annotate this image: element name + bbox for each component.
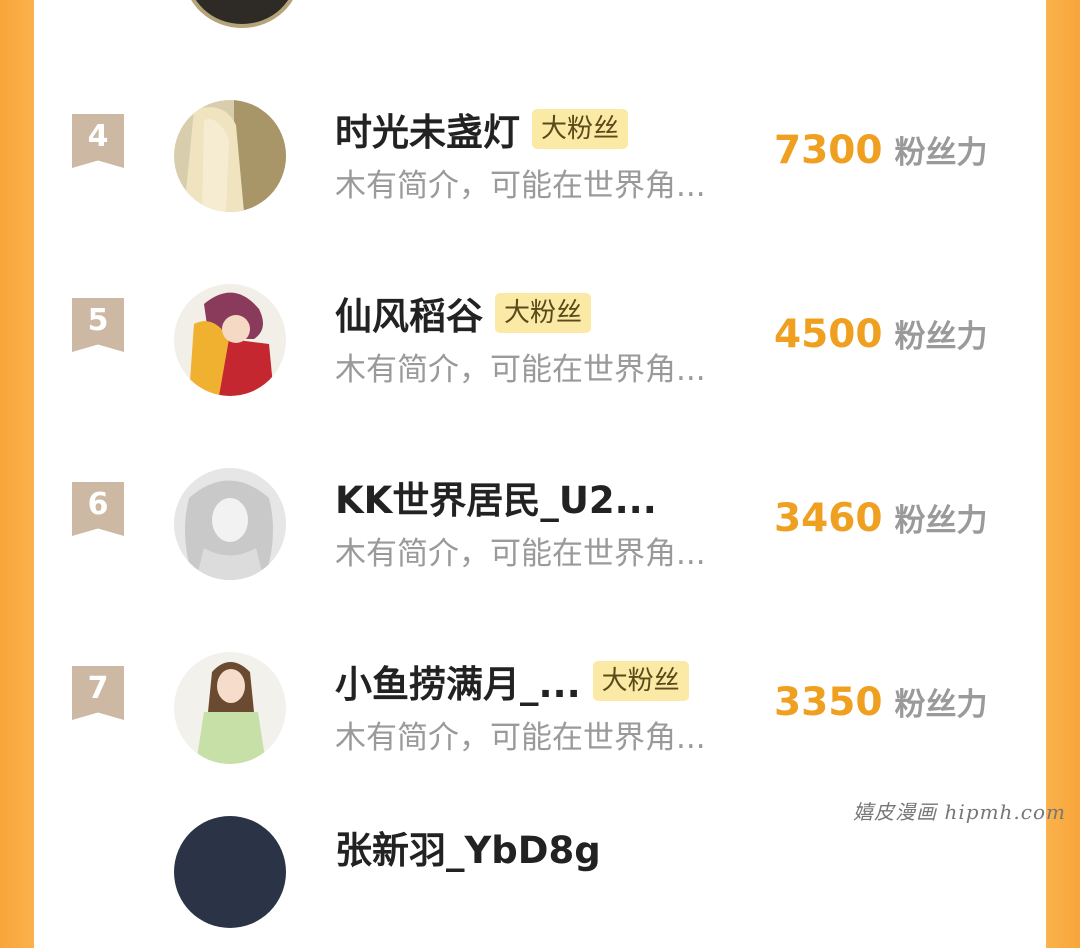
fan-badge: 大粉丝 [592, 661, 689, 701]
user-name[interactable]: 时光未盏灯 [335, 102, 520, 156]
rank-badge: 6 [72, 482, 124, 536]
fan-power-value: 4500 [774, 312, 883, 357]
list-item[interactable]: 张新羽_YbD8g [34, 808, 1046, 948]
list-item[interactable]: 5 仙风稻谷 大粉丝 木有简介，可能在世界角... 4500 粉丝力 [34, 256, 1046, 396]
fan-power: 3460 粉丝力 [774, 495, 988, 541]
fan-power-value: 7300 [774, 128, 883, 173]
avatar[interactable] [174, 284, 286, 396]
avatar[interactable] [174, 100, 286, 212]
fan-ranking-card: 4 时光未盏灯 大粉丝 木有简介，可能在世界角... 7300 粉丝力 5 仙风… [34, 0, 1046, 928]
user-description: 木有简介，可能在世界角... [335, 168, 706, 204]
fan-badge: 大粉丝 [532, 109, 629, 149]
rank-badge: 5 [72, 298, 124, 352]
fan-power-unit: 粉丝力 [894, 319, 988, 355]
fan-power-value: 3350 [774, 680, 883, 725]
user-name[interactable]: 张新羽_YbD8g [335, 820, 601, 874]
rank-badge: 7 [72, 666, 124, 720]
fan-badge: 大粉丝 [495, 293, 592, 333]
fan-power: 7300 粉丝力 [774, 127, 988, 173]
user-description: 木有简介，可能在世界角... [335, 352, 706, 388]
avatar[interactable] [174, 816, 286, 928]
avatar-partial[interactable] [184, 0, 300, 28]
user-description: 木有简介，可能在世界角... [335, 536, 706, 572]
fan-power: 4500 粉丝力 [774, 311, 988, 357]
avatar[interactable] [174, 652, 286, 764]
fan-power-unit: 粉丝力 [894, 503, 988, 539]
user-name[interactable]: 小鱼捞满月_... [335, 654, 581, 708]
list-item[interactable]: 6 KK世界居民_U2... 木有简介，可能在世界角... 3460 粉丝力 [34, 440, 1046, 580]
rank-badge: 4 [72, 114, 124, 168]
avatar[interactable] [174, 468, 286, 580]
fan-power-unit: 粉丝力 [894, 135, 988, 171]
fan-power-value: 3460 [774, 496, 883, 541]
list-item[interactable]: 7 小鱼捞满月_... 大粉丝 木有简介，可能在世界角... 3350 粉丝力 [34, 624, 1046, 764]
user-name[interactable]: 仙风稻谷 [335, 286, 483, 340]
fan-power: 3350 粉丝力 [774, 679, 988, 725]
list-item[interactable]: 4 时光未盏灯 大粉丝 木有简介，可能在世界角... 7300 粉丝力 [34, 72, 1046, 212]
user-description: 木有简介，可能在世界角... [335, 720, 706, 756]
watermark: 嬉皮漫画 hipmh.com [853, 800, 1066, 824]
user-name[interactable]: KK世界居民_U2... [335, 470, 657, 524]
fan-power-unit: 粉丝力 [894, 687, 988, 723]
